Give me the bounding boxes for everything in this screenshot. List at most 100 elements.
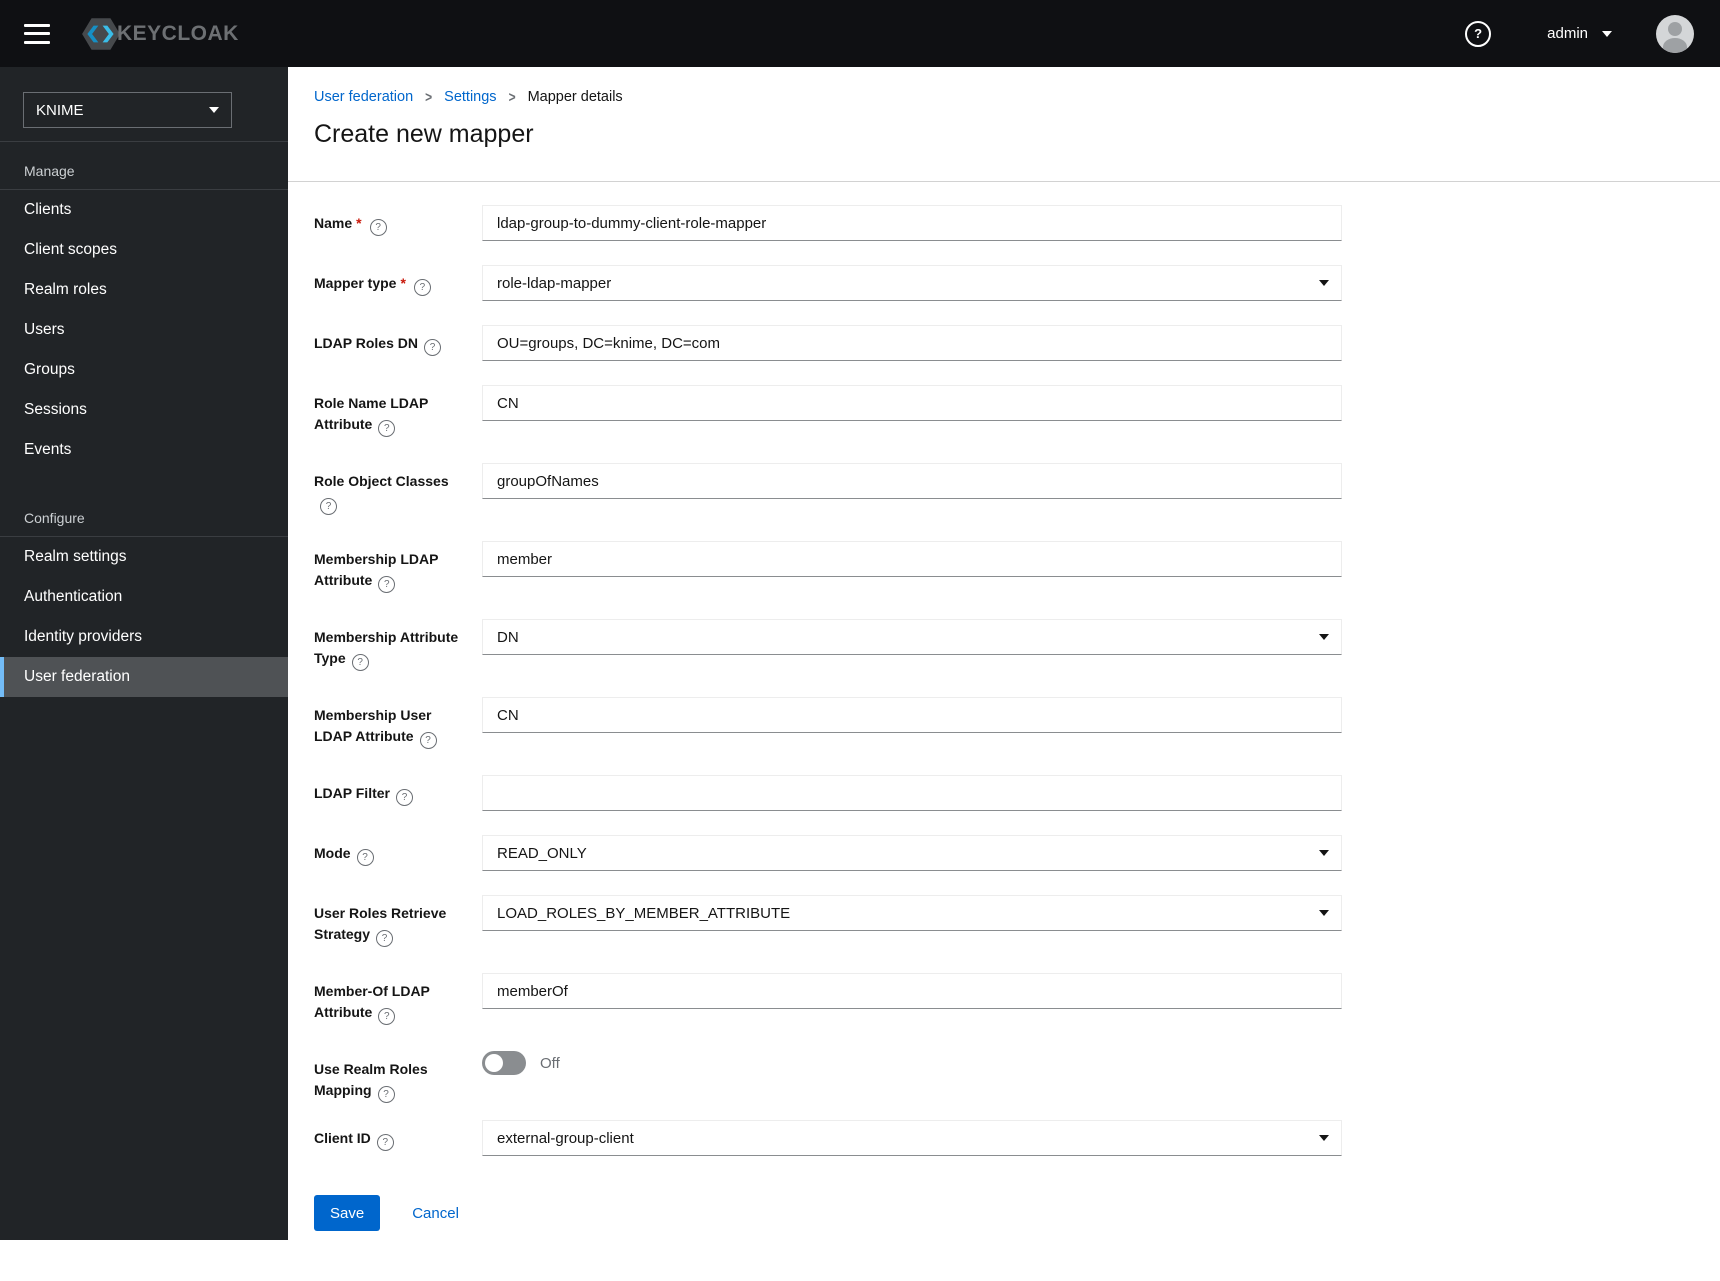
mapper-type-select[interactable]: role-ldap-mapper [482,265,1342,301]
masthead-toolbar: ? admin [1465,14,1694,53]
username-label: admin [1547,25,1588,42]
help-icon[interactable]: ? [419,732,437,749]
field-row-mapper-type: Mapper type *? role-ldap-mapper [314,265,1342,301]
member-of-ldap-attribute-input[interactable] [482,973,1342,1009]
field-label: Role Name LDAP Attribute? [314,385,464,437]
select-value: external-group-client [497,1129,634,1147]
keycloak-logo[interactable]: KEYCLOAK [80,13,239,55]
required-asterisk: * [400,275,406,291]
help-icon[interactable]: ? [378,420,396,437]
sidebar-item-events[interactable]: Events [0,430,288,470]
avatar[interactable] [1656,14,1694,53]
sidebar-item-authentication[interactable]: Authentication [0,577,288,617]
help-icon[interactable]: ? [320,498,337,515]
main-content: User federation > Settings > Mapper deta… [288,67,1720,1281]
field-label: Member-Of LDAP Attribute? [314,973,464,1025]
help-icon[interactable]: ? [356,849,374,866]
sidebar-item-realm-roles[interactable]: Realm roles [0,270,288,310]
caret-down-icon [1319,280,1329,286]
field-control: external-group-client [482,1120,1342,1156]
field-row-member-of-ldap-attribute: Member-Of LDAP Attribute? [314,973,1342,1025]
help-icon[interactable]: ? [423,339,441,356]
field-label: Membership Attribute Type? [314,619,464,671]
field-label: User Roles Retrieve Strategy? [314,895,464,947]
help-icon[interactable]: ? [378,576,396,593]
sidebar-item-sessions[interactable]: Sessions [0,390,288,430]
form-actions: Save Cancel [314,1195,459,1231]
field-control: READ_ONLY [482,835,1342,871]
nav-group-manage: Manage Clients Client scopes Realm roles… [0,142,288,470]
nav-group-title: Manage [24,163,75,179]
use-realm-roles-mapping-toggle[interactable] [482,1051,526,1075]
field-control [482,541,1342,577]
field-control [482,205,1342,241]
help-icon[interactable]: ? [378,1008,396,1025]
help-icon[interactable]: ? [351,654,369,671]
user-roles-retrieve-strategy-select[interactable]: LOAD_ROLES_BY_MEMBER_ATTRIBUTE [482,895,1342,931]
field-row-role-object-classes: Role Object Classes? [314,463,1342,515]
field-row-membership-ldap-attribute: Membership LDAP Attribute? [314,541,1342,593]
sidebar-item-users[interactable]: Users [0,310,288,350]
user-menu[interactable]: admin [1547,25,1612,42]
field-row-mode: Mode? READ_ONLY [314,835,1342,871]
help-icon[interactable]: ? [413,279,431,296]
field-control [482,463,1342,499]
role-object-classes-input[interactable] [482,463,1342,499]
mode-select[interactable]: READ_ONLY [482,835,1342,871]
save-button[interactable]: Save [314,1195,381,1231]
ldap-roles-dn-input[interactable] [482,325,1342,361]
field-label: LDAP Filter? [314,775,464,806]
field-control: DN [482,619,1342,655]
help-circle-icon[interactable]: ? [1465,20,1492,47]
hamburger-menu-icon[interactable] [24,23,50,44]
keycloak-hexagon-icon [82,17,120,50]
caret-down-icon [1319,910,1329,916]
field-control [482,775,1342,811]
keycloak-admin-console: KEYCLOAK ? admin KNIME Manage Clients Cl… [0,0,1720,1281]
sidebar-item-client-scopes[interactable]: Client scopes [0,230,288,270]
sidebar-item-identity-providers[interactable]: Identity providers [0,617,288,657]
field-label: Mode? [314,835,464,866]
help-icon[interactable]: ? [376,1134,394,1151]
caret-down-icon [1319,634,1329,640]
field-label: Use Realm Roles Mapping? [314,1051,464,1103]
breadcrumb-current: Mapper details [527,89,623,105]
field-control [482,385,1342,421]
client-id-select[interactable]: external-group-client [482,1120,1342,1156]
chevron-right-icon: > [425,88,433,106]
field-label: Role Object Classes? [314,463,464,515]
breadcrumb-settings[interactable]: Settings [444,89,496,105]
name-input[interactable] [482,205,1342,241]
membership-attribute-type-select[interactable]: DN [482,619,1342,655]
membership-ldap-attribute-input[interactable] [482,541,1342,577]
help-icon[interactable]: ? [395,789,413,806]
ldap-filter-input[interactable] [482,775,1342,811]
masthead: KEYCLOAK ? admin [0,0,1720,67]
brand-text: KEYCLOAK [117,21,239,45]
sidebar-item-user-federation[interactable]: User federation [0,657,288,697]
nav-group-configure: Configure Realm settings Authentication … [0,470,288,697]
field-control: LOAD_ROLES_BY_MEMBER_ATTRIBUTE [482,895,1342,931]
sidebar-item-clients[interactable]: Clients [0,190,288,230]
toggle-state-label: Off [540,1054,560,1072]
role-name-ldap-attribute-input[interactable] [482,385,1342,421]
cancel-link[interactable]: Cancel [412,1205,459,1222]
membership-user-ldap-attribute-input[interactable] [482,697,1342,733]
help-icon[interactable]: ? [377,1086,395,1103]
sidebar-item-groups[interactable]: Groups [0,350,288,390]
realm-selector-value: KNIME [36,101,84,119]
field-control [482,973,1342,1009]
breadcrumb-user-federation[interactable]: User federation [314,89,413,105]
help-icon[interactable]: ? [369,219,387,236]
nav-group-title: Configure [24,510,85,526]
chevron-right-icon: > [508,88,516,106]
field-label: Name *? [314,205,464,236]
realm-selector[interactable]: KNIME [23,92,232,128]
field-row-use-realm-roles-mapping: Use Realm Roles Mapping? Off [314,1051,1342,1103]
help-icon[interactable]: ? [376,930,394,947]
select-value: LOAD_ROLES_BY_MEMBER_ATTRIBUTE [497,904,791,922]
field-label: Mapper type *? [314,265,464,296]
sidebar: KNIME Manage Clients Client scopes Realm… [0,67,288,1240]
field-row-membership-user-ldap-attribute: Membership User LDAP Attribute? [314,697,1342,749]
sidebar-item-realm-settings[interactable]: Realm settings [0,537,288,577]
